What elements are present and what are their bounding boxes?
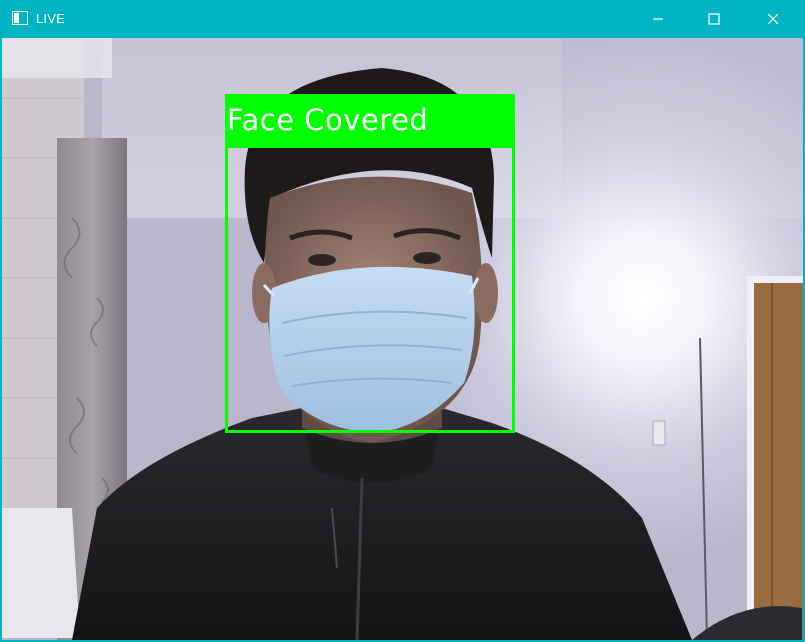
window-title: LIVE <box>36 11 65 26</box>
face-bounding-box <box>225 145 515 433</box>
app-window: LIVE Face Covered <box>0 0 805 642</box>
close-icon <box>767 13 779 25</box>
maximize-button[interactable] <box>691 0 737 38</box>
minimize-button[interactable] <box>635 0 681 38</box>
app-window-icon <box>12 11 28 25</box>
minimize-icon <box>653 18 663 20</box>
detection-label: Face Covered <box>225 94 515 145</box>
close-button[interactable] <box>750 0 796 38</box>
title-bar[interactable]: LIVE <box>0 0 805 38</box>
maximize-icon <box>708 13 720 25</box>
detection-label-text: Face Covered <box>227 103 429 137</box>
camera-feed: Face Covered <box>2 38 803 640</box>
